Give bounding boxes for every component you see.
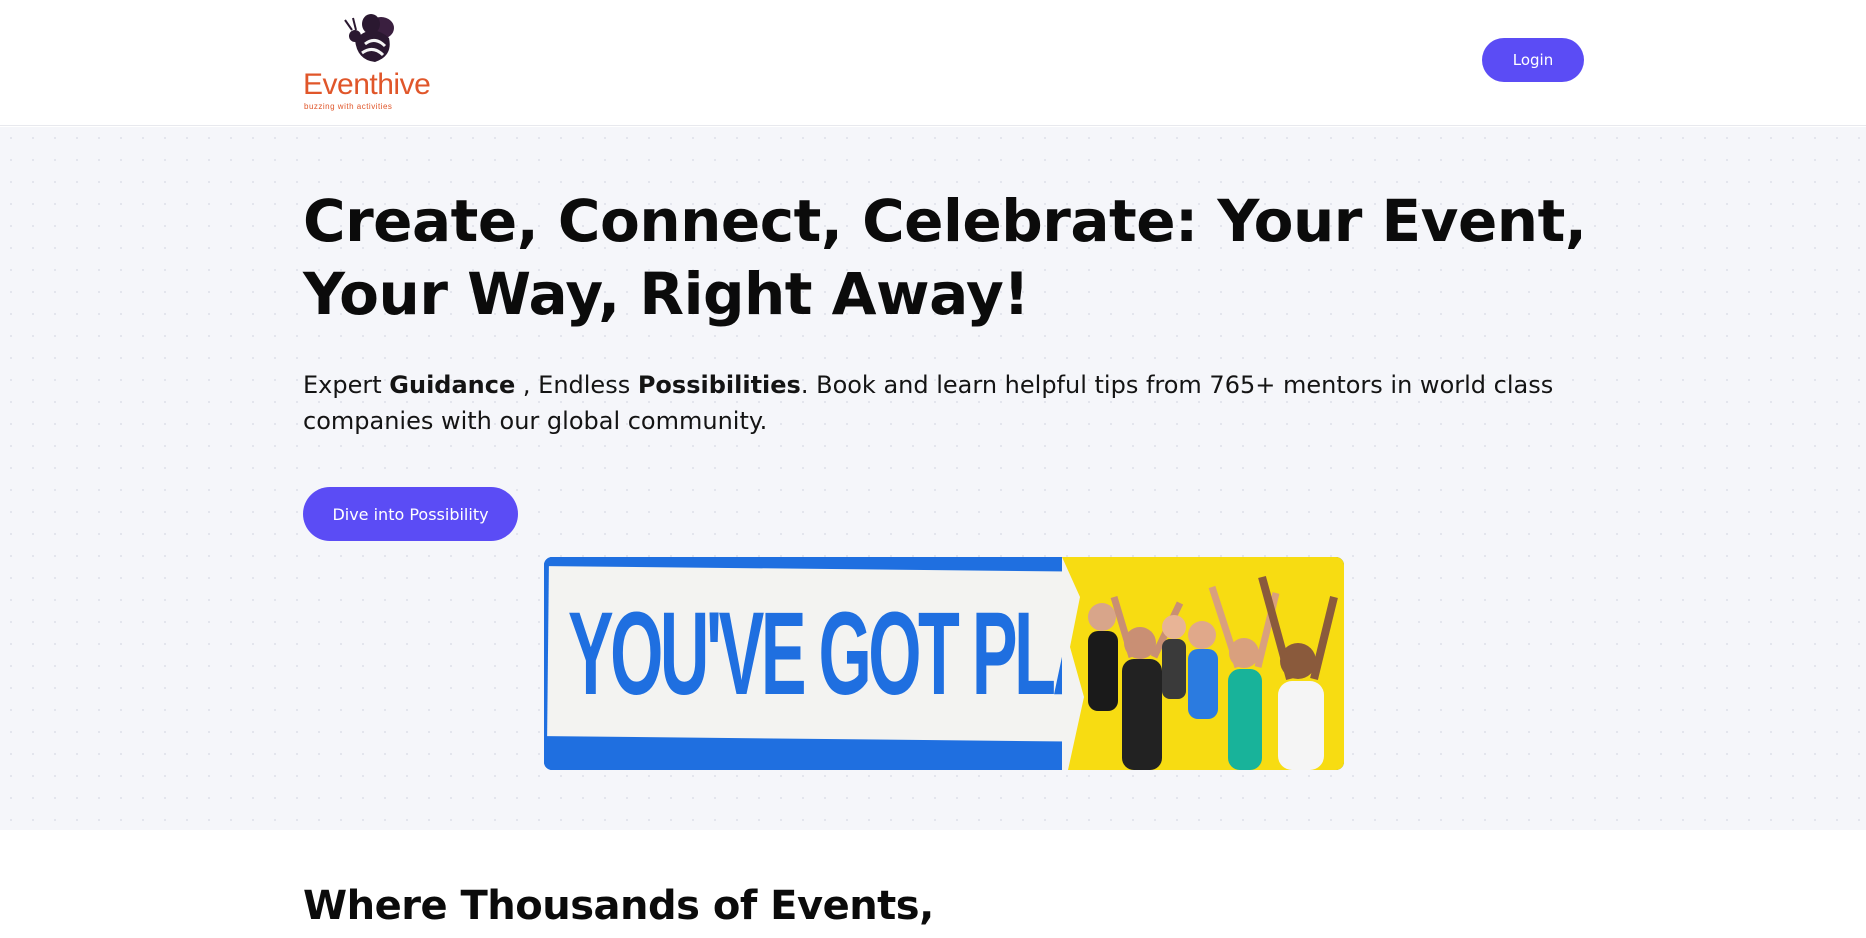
hero-title: Create, Connect, Celebrate: Your Event, … — [303, 185, 1603, 331]
hero-subtitle-part-2: , Endless — [515, 371, 638, 399]
hero-subtitle: Expert Guidance , Endless Possibilities.… — [303, 367, 1603, 439]
people-illustration — [1062, 557, 1338, 770]
hero-subtitle-part-1: Expert — [303, 371, 390, 399]
hero-title-line-2: Your Way, Right Away! — [303, 260, 1030, 328]
section-title: Where Thousands of Events, — [303, 883, 934, 929]
bee-icon — [344, 14, 394, 62]
logo-tagline: buzzing with activities — [304, 102, 393, 111]
promo-banner-image: YOU'VE GOT PLANS — [544, 557, 1344, 770]
banner-people-photo — [1062, 557, 1344, 770]
dive-into-possibility-button[interactable]: Dive into Possibility — [303, 487, 518, 541]
hero-subtitle-bold-2: Possibilities — [637, 371, 801, 399]
hero-title-line-1: Create, Connect, Celebrate: Your Event, — [303, 187, 1587, 255]
eventhive-logo[interactable]: Eventhive buzzing with activities — [303, 12, 443, 111]
hero-subtitle-bold-1: Guidance — [389, 371, 516, 399]
login-button[interactable]: Login — [1482, 38, 1584, 82]
logo-name: Eventhive — [303, 68, 431, 101]
hero-section: Create, Connect, Celebrate: Your Event, … — [0, 127, 1866, 830]
site-header: Eventhive buzzing with activities Login — [0, 0, 1866, 126]
banner-headline: YOU'VE GOT PLANS — [568, 588, 1190, 720]
